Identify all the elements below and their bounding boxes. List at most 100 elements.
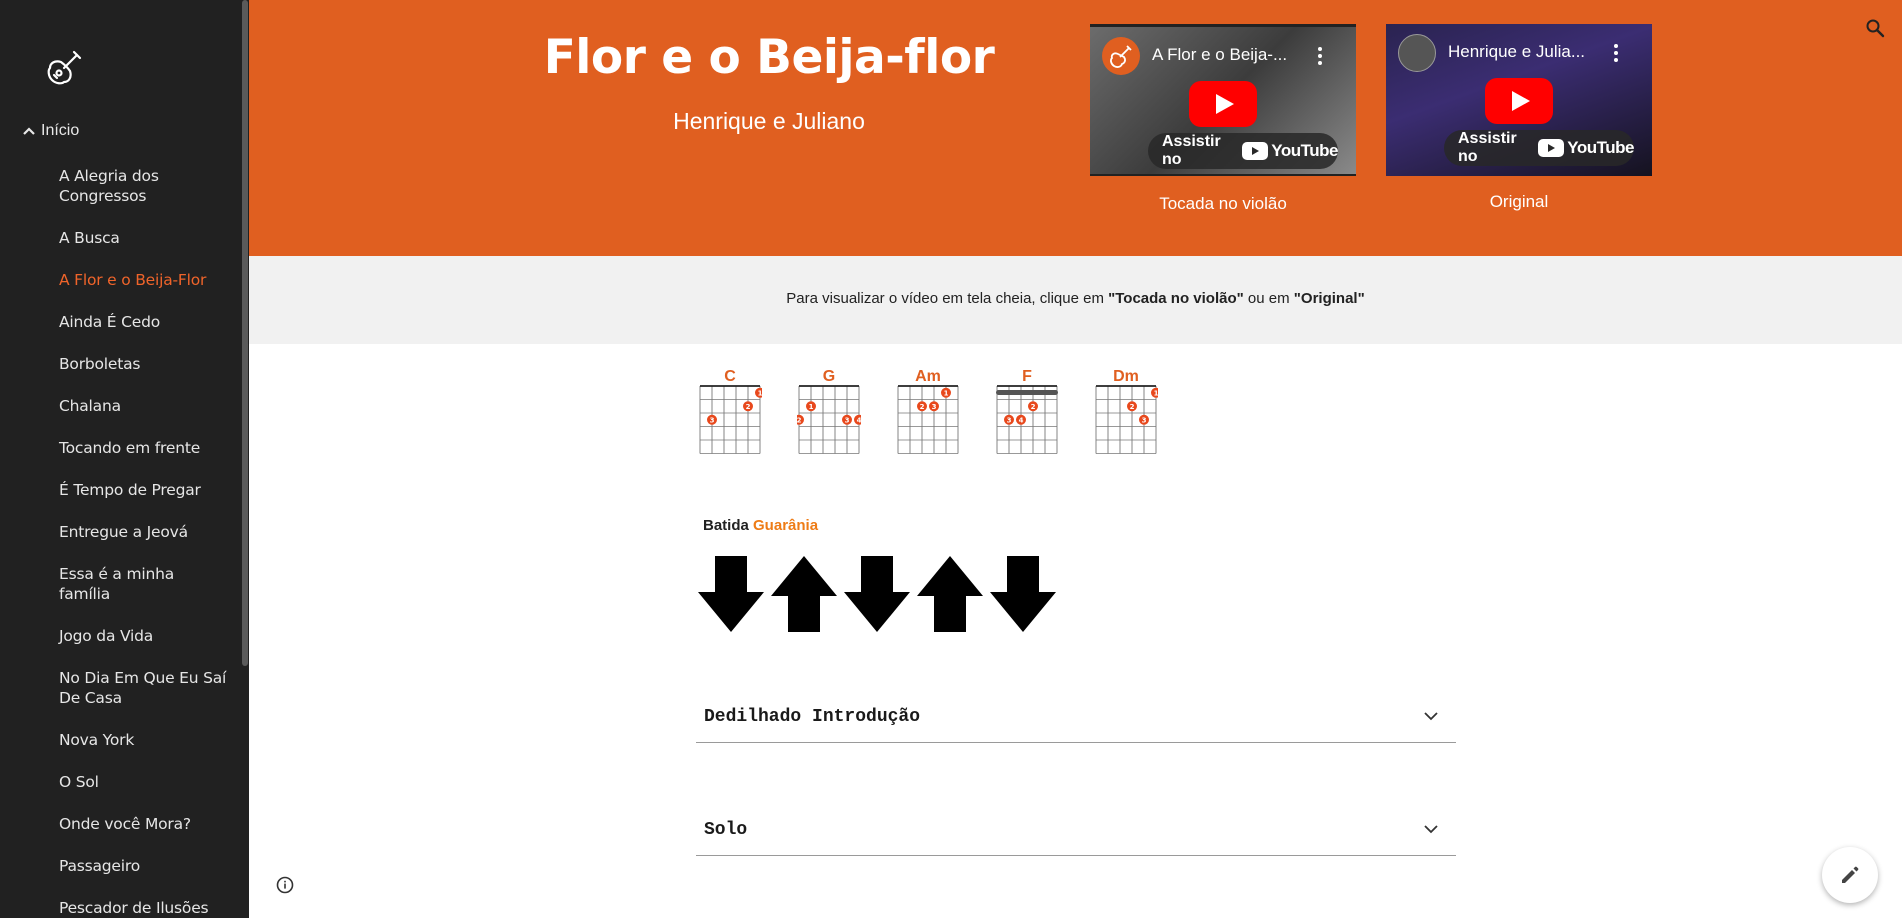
strum-pattern: [698, 556, 1056, 632]
sidebar-item[interactable]: Passageiro: [59, 856, 229, 876]
sidebar-item[interactable]: Pescador de Ilusões: [59, 898, 229, 918]
accordion-label: Dedilhado Introdução: [704, 707, 921, 727]
hint-original: "Original": [1293, 290, 1365, 307]
search-icon[interactable]: [1865, 18, 1885, 38]
fretboard: 12 3: [699, 385, 762, 454]
watch-on-youtube-button[interactable]: Assistir no YouTube: [1444, 130, 1634, 166]
video-caption-original[interactable]: Original: [1386, 192, 1652, 212]
sidebar: Início A Alegria dos Congressos A Busca A …: [0, 0, 249, 918]
watch-label: Assistir no: [1458, 130, 1517, 165]
play-button-icon[interactable]: [1189, 81, 1257, 127]
strum-heading: Batida Guarânia: [703, 517, 818, 534]
sidebar-nav-list: A Alegria dos Congressos A Busca A Flor e …: [59, 166, 229, 918]
chevron-down-icon[interactable]: [1422, 707, 1440, 725]
hint-acoustic: "Tocada no violão": [1108, 290, 1244, 307]
sidebar-item[interactable]: No Dia Em Que Eu Saí De Casa: [59, 668, 229, 708]
hint-text: Para visualizar o vídeo em tela cheia, c…: [786, 290, 1109, 307]
sidebar-scrollbar[interactable]: [242, 0, 248, 666]
chord-diagram: G1234: [797, 368, 861, 454]
info-icon[interactable]: [276, 876, 294, 894]
chevron-down-icon[interactable]: [1422, 820, 1440, 838]
info-band: Para visualizar o vídeo em tela cheia, c…: [249, 256, 1902, 344]
finger-number: 2: [797, 416, 802, 424]
chord-diagram: F234: [995, 368, 1059, 454]
song-header: Flor e o Beija-flor Henrique e Juliano A…: [249, 0, 1902, 256]
pencil-icon: [1842, 866, 1859, 883]
sidebar-item[interactable]: Chalana: [59, 396, 229, 416]
youtube-brand: YouTube: [1567, 138, 1634, 157]
finger-number: 3: [1142, 416, 1147, 424]
channel-avatar[interactable]: [1102, 37, 1140, 75]
fretboard: 12 3 4: [797, 385, 861, 454]
finger-number: 3: [710, 416, 715, 424]
arrow-up-icon: [771, 556, 837, 632]
youtube-logo: YouTube: [1538, 138, 1634, 158]
chevron-up-icon[interactable]: [20, 122, 38, 140]
artist-name: Henrique e Juliano: [673, 108, 865, 134]
sidebar-item[interactable]: Jogo da Vida: [59, 626, 229, 646]
fretboard: 2 3 4: [996, 385, 1058, 454]
watch-label: Assistir no: [1162, 133, 1221, 168]
guitar-icon[interactable]: [44, 48, 84, 88]
accordion-solo[interactable]: Solo: [696, 810, 1456, 856]
fullscreen-hint: Para visualizar o vídeo em tela cheia, c…: [249, 290, 1902, 307]
finger-number: 2: [1031, 403, 1036, 411]
finger-number: 1: [944, 389, 949, 397]
chord-diagram: Am 1 2 3: [896, 368, 960, 454]
arrow-up-icon: [917, 556, 983, 632]
sidebar-item[interactable]: Ainda É Cedo: [59, 312, 229, 332]
arrow-down-icon: [698, 556, 764, 632]
page-title: Flor e o Beija-flor: [543, 30, 995, 85]
arrow-down-icon: [844, 556, 910, 632]
sidebar-item[interactable]: A Busca: [59, 228, 229, 248]
sidebar-item[interactable]: Entregue a Jeová: [59, 522, 229, 542]
sidebar-item[interactable]: Onde você Mora?: [59, 814, 229, 834]
fretboard: 123: [1095, 385, 1158, 454]
youtube-brand: YouTube: [1271, 141, 1338, 160]
sidebar-item[interactable]: Borboletas: [59, 354, 229, 374]
chord-diagram: C123: [698, 368, 762, 454]
edit-button[interactable]: [1822, 847, 1878, 903]
finger-number: 1: [758, 389, 762, 397]
finger-number: 3: [932, 403, 937, 411]
finger-number: 4: [1019, 416, 1024, 424]
sidebar-item[interactable]: A Alegria dos Congressos: [59, 166, 229, 206]
strum-style: Guarânia: [753, 517, 819, 534]
finger-number: 2: [920, 403, 925, 411]
chord-diagram: Dm 1 2 3: [1094, 368, 1158, 454]
video-player-acoustic[interactable]: A Flor e o Beija-... Assistir no YouTube: [1090, 24, 1356, 176]
finger-number: 1: [809, 403, 814, 411]
sidebar-item[interactable]: Nova York: [59, 730, 229, 750]
hint-text: ou em: [1243, 290, 1294, 307]
finger-number: 3: [845, 416, 850, 424]
sidebar-item[interactable]: A Flor e o Beija-Flor: [59, 270, 229, 290]
finger-number: 4: [857, 416, 861, 424]
youtube-logo: YouTube: [1242, 141, 1338, 161]
nav-home[interactable]: Início: [20, 122, 79, 140]
guitar-icon: [1110, 45, 1132, 68]
accordion-dedilhado-introducao[interactable]: Dedilhado Introdução: [696, 697, 1456, 743]
video-caption-acoustic[interactable]: Tocada no violão: [1090, 194, 1356, 214]
accordion-label: Solo: [704, 820, 748, 840]
strum-label: Batida: [703, 517, 749, 534]
channel-avatar[interactable]: [1398, 34, 1436, 72]
video-title[interactable]: Henrique e Julia...: [1448, 42, 1585, 62]
nav-home-label: Início: [41, 122, 80, 139]
play-button-icon[interactable]: [1485, 78, 1553, 124]
watch-on-youtube-button[interactable]: Assistir no YouTube: [1148, 133, 1338, 169]
video-title[interactable]: A Flor e o Beija-...: [1152, 45, 1287, 65]
sidebar-item[interactable]: Essa é a minha família: [59, 564, 229, 604]
more-options-icon[interactable]: [1318, 47, 1322, 65]
finger-number: 2: [746, 403, 751, 411]
sidebar-item[interactable]: É Tempo de Pregar: [59, 480, 229, 500]
video-player-original[interactable]: Henrique e Julia... Assistir no YouTube: [1386, 24, 1652, 176]
fretboard: 1 23: [897, 385, 959, 454]
barre-mark: [996, 390, 1058, 395]
youtube-icon: [1538, 139, 1565, 157]
more-options-icon[interactable]: [1614, 44, 1618, 62]
arrow-down-icon: [990, 556, 1056, 632]
finger-number: 1: [1154, 389, 1158, 397]
sidebar-item[interactable]: O Sol: [59, 772, 229, 792]
sidebar-item[interactable]: Tocando em frente: [59, 438, 229, 458]
youtube-icon: [1242, 142, 1269, 160]
